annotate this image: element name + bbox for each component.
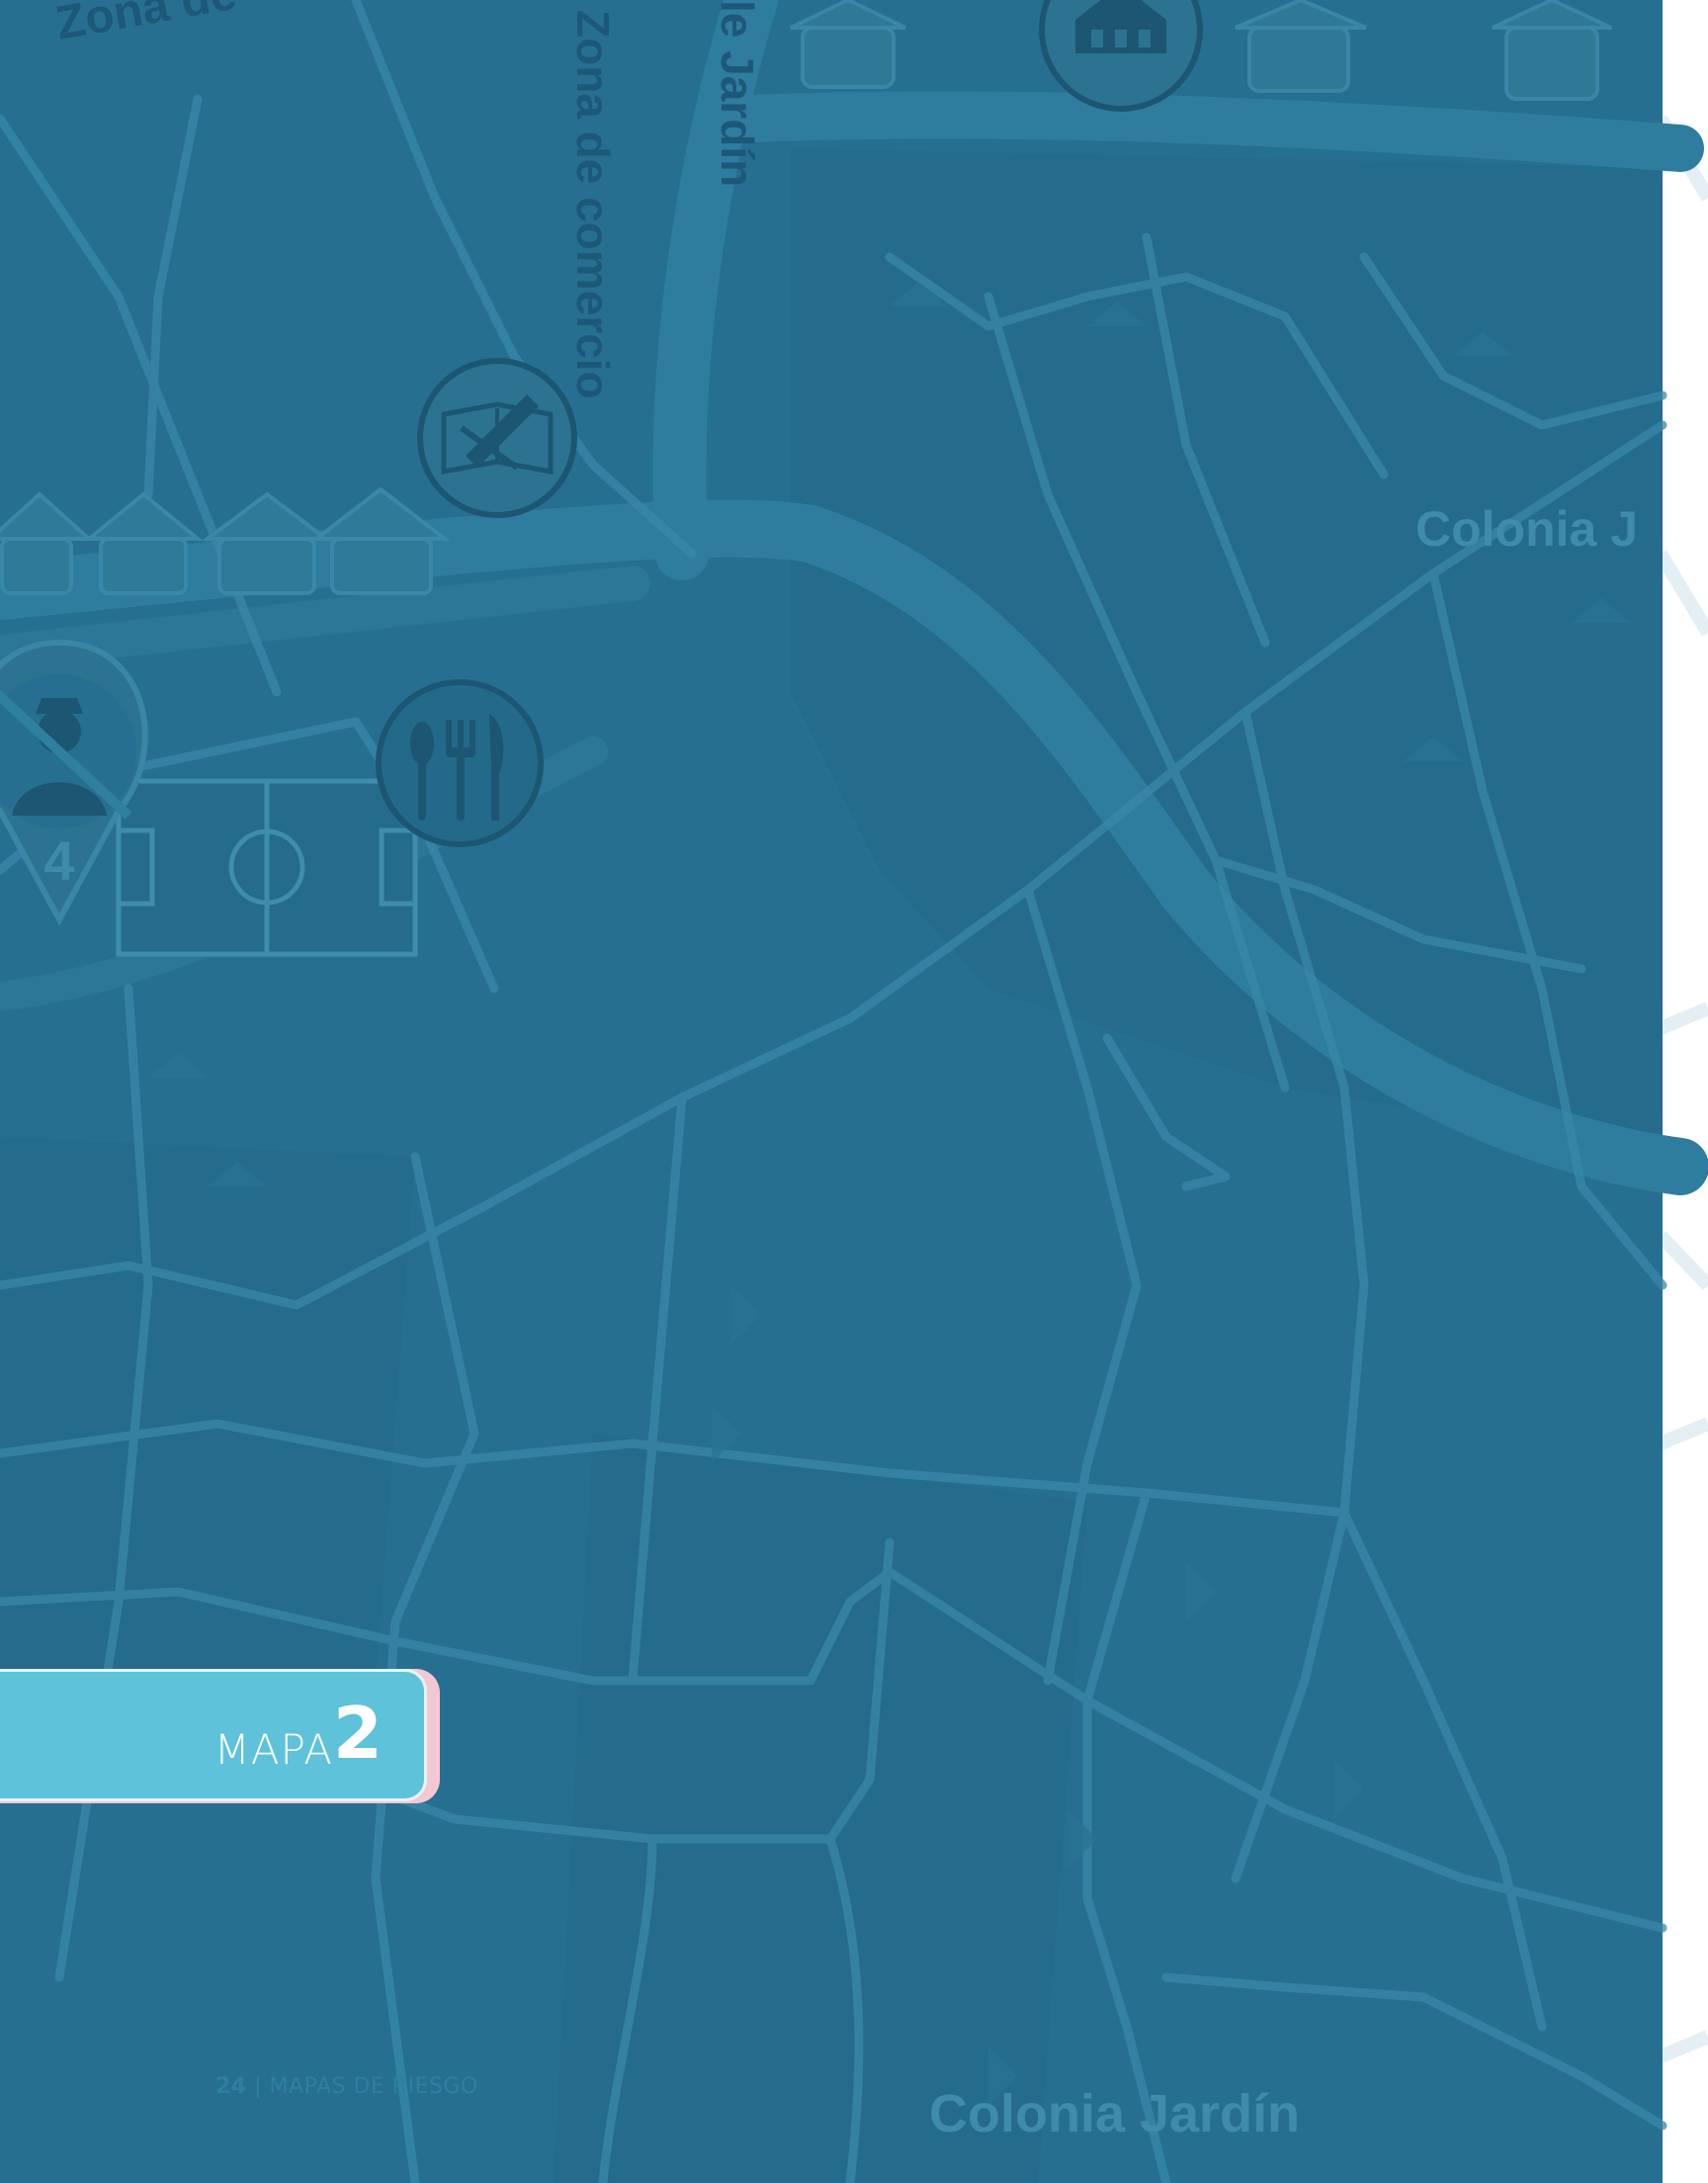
map-background: 4 Zona de Zona de comercio le Jardín Col… — [0, 0, 1708, 2183]
label-colonia-right: Colonia J — [1415, 501, 1638, 557]
page-number: 24 — [215, 2074, 247, 2099]
footer-title: MAPAS DE RIESGO — [269, 2074, 478, 2099]
police-number: 4 — [43, 830, 74, 892]
label-colonia-bottom: Colonia Jardín — [929, 2084, 1300, 2143]
footer-separator: | — [254, 2074, 263, 2099]
restaurant-icon — [376, 679, 544, 847]
label-zona-comercio: Zona de comercio — [567, 10, 619, 399]
soccer-field-icon — [116, 778, 418, 957]
tab-body: MAPA 2 — [0, 1669, 427, 1801]
tab-word: MAPA — [214, 1725, 333, 1774]
label-jardin-vertical: le Jardín — [712, 0, 763, 187]
page-footer: 24 | MAPAS DE RIESGO — [215, 2074, 478, 2099]
tab-number: 2 — [332, 1692, 383, 1775]
school-icon — [417, 358, 577, 518]
map-number-tab: MAPA 2 — [0, 1669, 440, 1803]
